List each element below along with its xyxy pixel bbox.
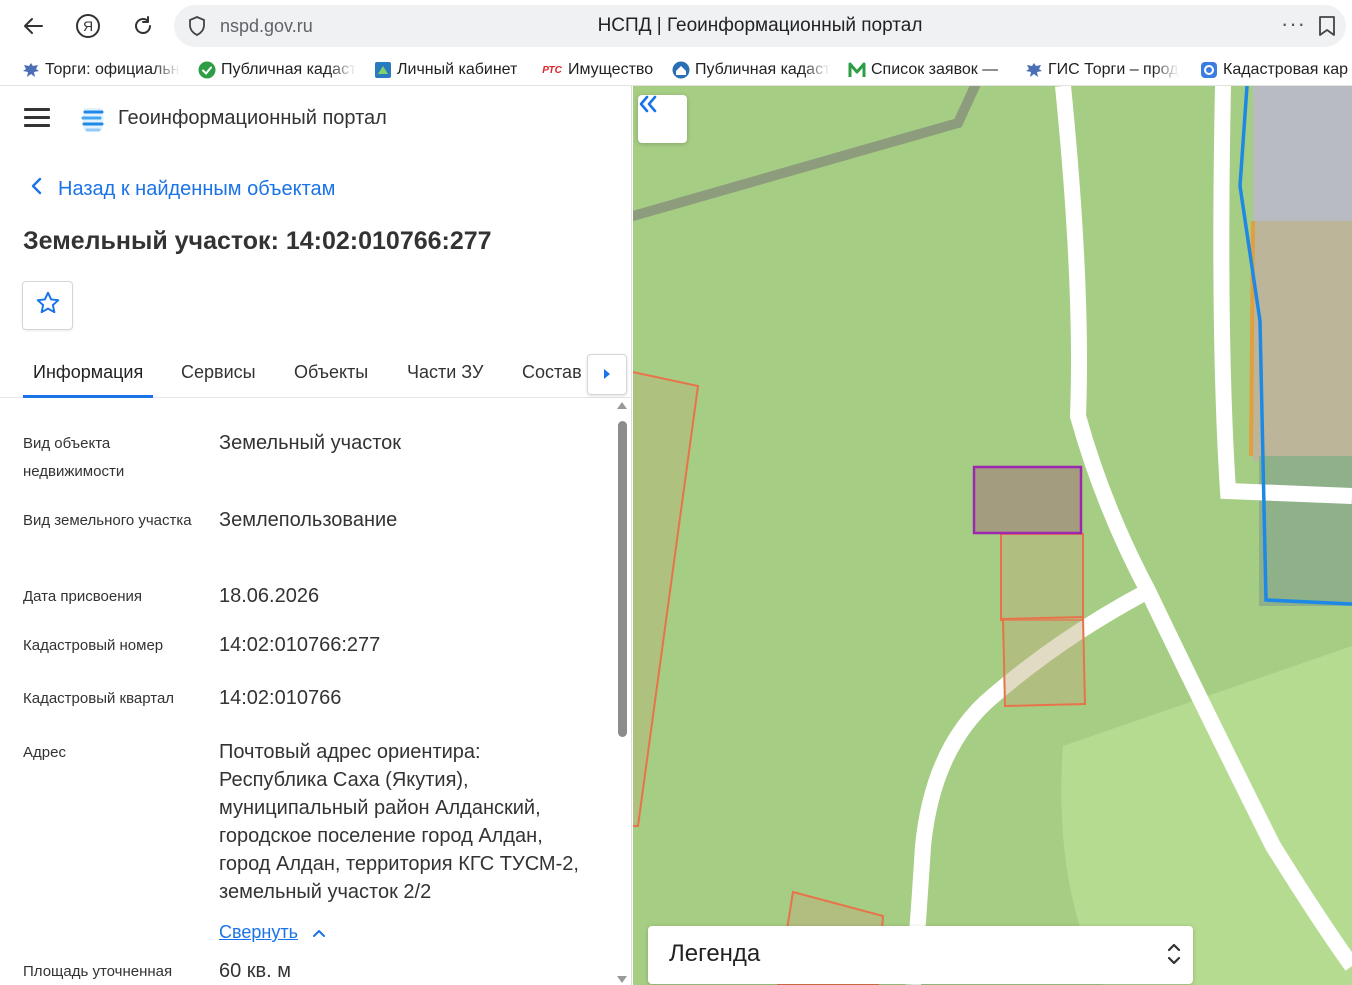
- scroll-up-arrow[interactable]: [617, 402, 627, 409]
- browser-toolbar: Я nspd.gov.ru НСПД | Геоинформационный п…: [0, 0, 1352, 52]
- panel-scrollbar[interactable]: [614, 399, 630, 985]
- property-label: Вид объекта недвижимости: [23, 435, 125, 480]
- bookmarks-bar: Торги: официальн Публичная кадаст Личный…: [0, 52, 1352, 86]
- bookmark-icon[interactable]: [1318, 15, 1336, 42]
- chevron-left-icon: [30, 177, 42, 201]
- bookmark-item[interactable]: ГИС Торги – прод: [1025, 59, 1185, 81]
- object-info-panel: Геоинформационный портал Назад к найденн…: [0, 86, 632, 985]
- tabs-bar: Информация Сервисы Объекты Части ЗУ Сост…: [0, 354, 631, 398]
- reload-icon[interactable]: [126, 9, 160, 43]
- property-label: Кадастровый квартал: [23, 690, 175, 707]
- collapse-address-link[interactable]: Свернуть: [219, 922, 326, 943]
- tab-info[interactable]: Информация: [23, 362, 154, 398]
- property-value: Земельный участок: [219, 432, 402, 454]
- map-app-icon: [1200, 61, 1218, 79]
- property-value: 14:02:010766: [219, 687, 342, 709]
- scroll-thumb[interactable]: [618, 421, 627, 737]
- more-icon[interactable]: ···: [1281, 11, 1306, 37]
- map-building: [1253, 221, 1352, 461]
- rts-icon: РТС: [542, 64, 562, 76]
- map-parcel[interactable]: [1000, 533, 1084, 621]
- collapse-panel-button[interactable]: [638, 95, 687, 143]
- tab-objects[interactable]: Объекты: [294, 362, 368, 398]
- svg-text:Я: Я: [83, 18, 93, 34]
- bookmark-item[interactable]: Публичная кадаст: [198, 59, 358, 81]
- green-check-icon: [198, 61, 216, 79]
- portal-logo: [78, 104, 108, 139]
- property-label: Кадастровый номер: [23, 637, 164, 654]
- property-value: Землепользование: [219, 509, 398, 531]
- tab-title: НСПД | Геоинформационный портал: [597, 15, 923, 36]
- yandex-icon[interactable]: Я: [71, 9, 105, 43]
- house-icon: [672, 61, 690, 79]
- bookmark-item[interactable]: Список заявок —: [848, 59, 1008, 81]
- back-to-results-link[interactable]: Назад к найденным объектам: [30, 177, 335, 201]
- bookmark-item[interactable]: Торги: официальн: [22, 59, 182, 81]
- caret-right-icon: [603, 366, 611, 384]
- back-arrow-icon[interactable]: [16, 9, 50, 43]
- shield-icon[interactable]: [188, 16, 206, 41]
- url-text: nspd.gov.ru: [220, 16, 313, 36]
- map-parcel[interactable]: [1001, 615, 1087, 708]
- eagle-icon: [22, 61, 40, 79]
- map-building: [1253, 86, 1352, 226]
- star-icon: [35, 290, 61, 321]
- property-label: Адрес: [23, 744, 66, 761]
- tab-composition[interactable]: Состав: [522, 362, 582, 398]
- menu-icon[interactable]: [24, 108, 50, 128]
- selected-parcel[interactable]: [972, 465, 1083, 535]
- map-canvas: [633, 86, 1352, 985]
- property-value: 14:02:010766:277: [219, 634, 381, 656]
- property-label: Дата присвоения: [23, 588, 142, 605]
- scroll-down-arrow[interactable]: [617, 976, 627, 983]
- bookmark-item[interactable]: РТС Имущество: [541, 59, 661, 81]
- address-bar[interactable]: nspd.gov.ru НСПД | Геоинформационный пор…: [174, 5, 1346, 47]
- tabs-next-button[interactable]: [587, 354, 627, 395]
- map-view[interactable]: Легенда: [633, 86, 1352, 985]
- portal-title: Геоинформационный портал: [118, 107, 387, 129]
- rosreestr-icon: [374, 61, 392, 79]
- bookmark-item[interactable]: Кадастровая кар: [1200, 59, 1352, 81]
- property-value: 60 кв. м: [219, 960, 292, 982]
- legend-panel[interactable]: Легенда: [648, 926, 1193, 984]
- properties-list: Вид объекта недвижимости Земельный участ…: [0, 399, 612, 985]
- object-title: Земельный участок: 14:02:010766:277: [23, 227, 492, 255]
- property-label: Площадь уточненная: [23, 963, 173, 980]
- legend-title: Легенда: [669, 940, 761, 967]
- address-value: Почтовый адрес ориентира: Республика Сах…: [219, 741, 579, 903]
- property-label: Вид земельного участка: [23, 512, 192, 529]
- tab-parts[interactable]: Части ЗУ: [407, 362, 483, 398]
- bookmark-item[interactable]: Публичная кадаст: [672, 59, 832, 81]
- m-logo-icon: [848, 61, 866, 79]
- bookmark-item[interactable]: Личный кабинет: [374, 59, 529, 81]
- favorite-button[interactable]: [22, 281, 73, 330]
- map-parcel[interactable]: [633, 371, 700, 827]
- property-value: 18.06.2026: [219, 585, 320, 607]
- eagle-icon: [1025, 61, 1043, 79]
- tab-services[interactable]: Сервисы: [181, 362, 256, 398]
- chevron-up-icon: [312, 922, 326, 943]
- map-zone: [1259, 456, 1352, 606]
